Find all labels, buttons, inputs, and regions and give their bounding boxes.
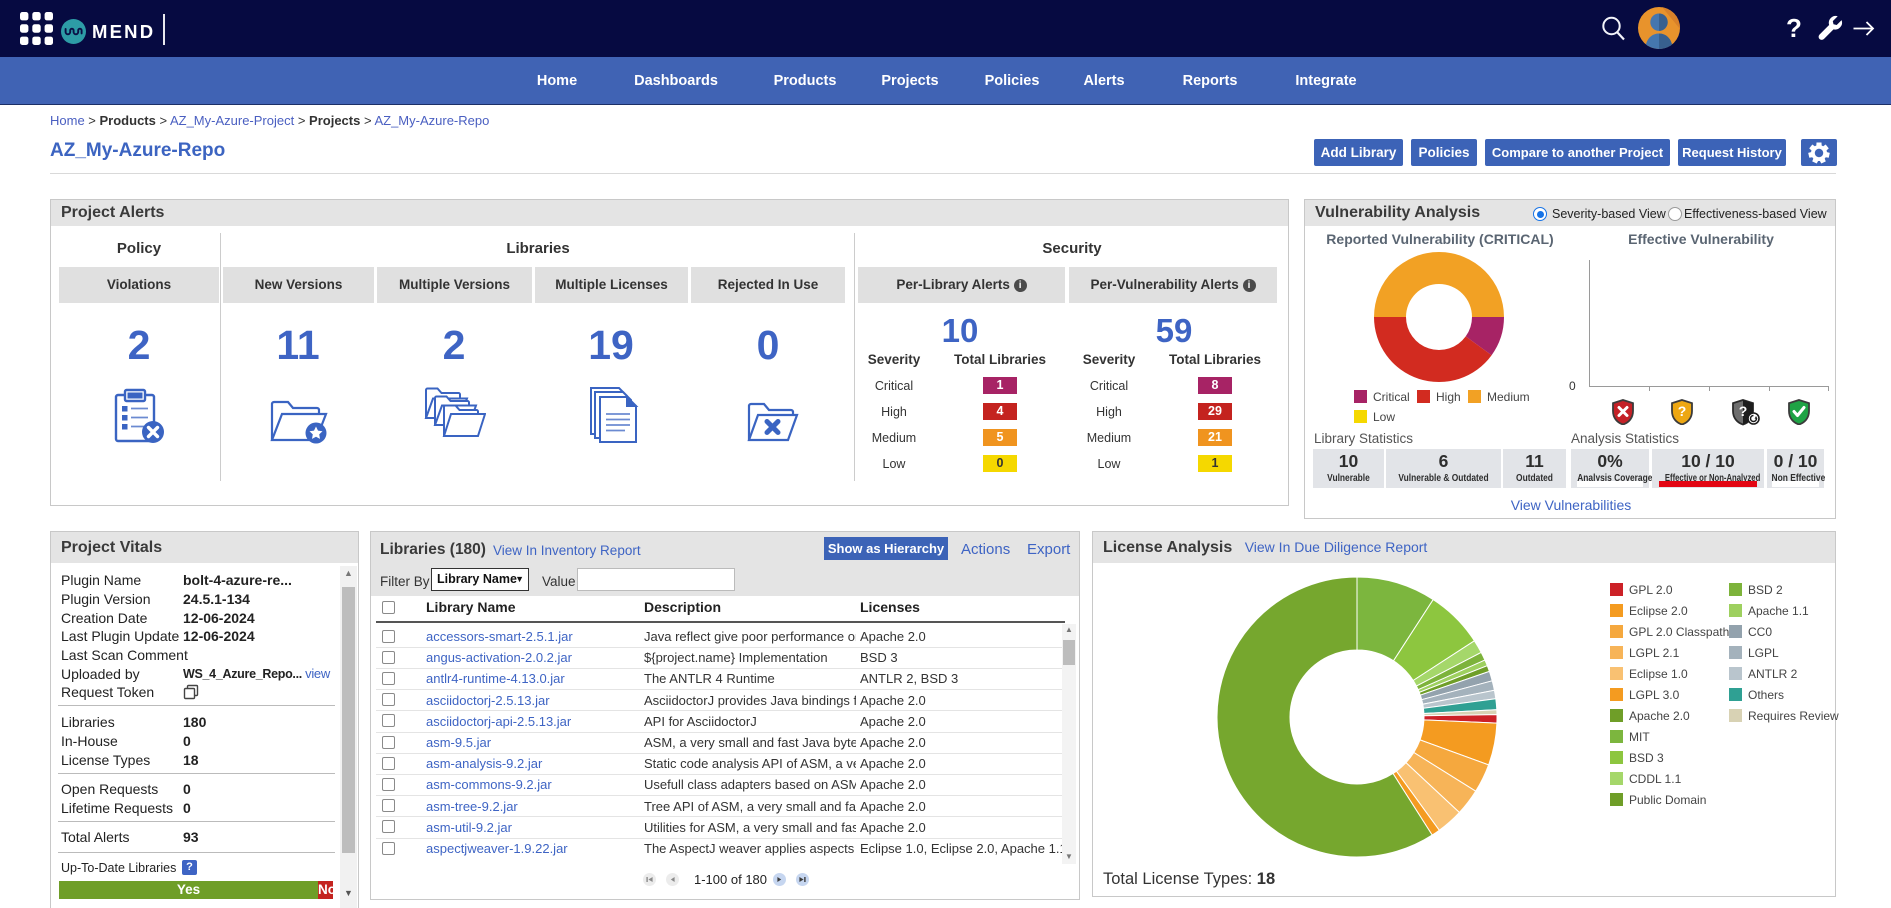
svg-text:?: ?: [1739, 403, 1748, 419]
svg-text:?: ?: [1678, 403, 1687, 419]
